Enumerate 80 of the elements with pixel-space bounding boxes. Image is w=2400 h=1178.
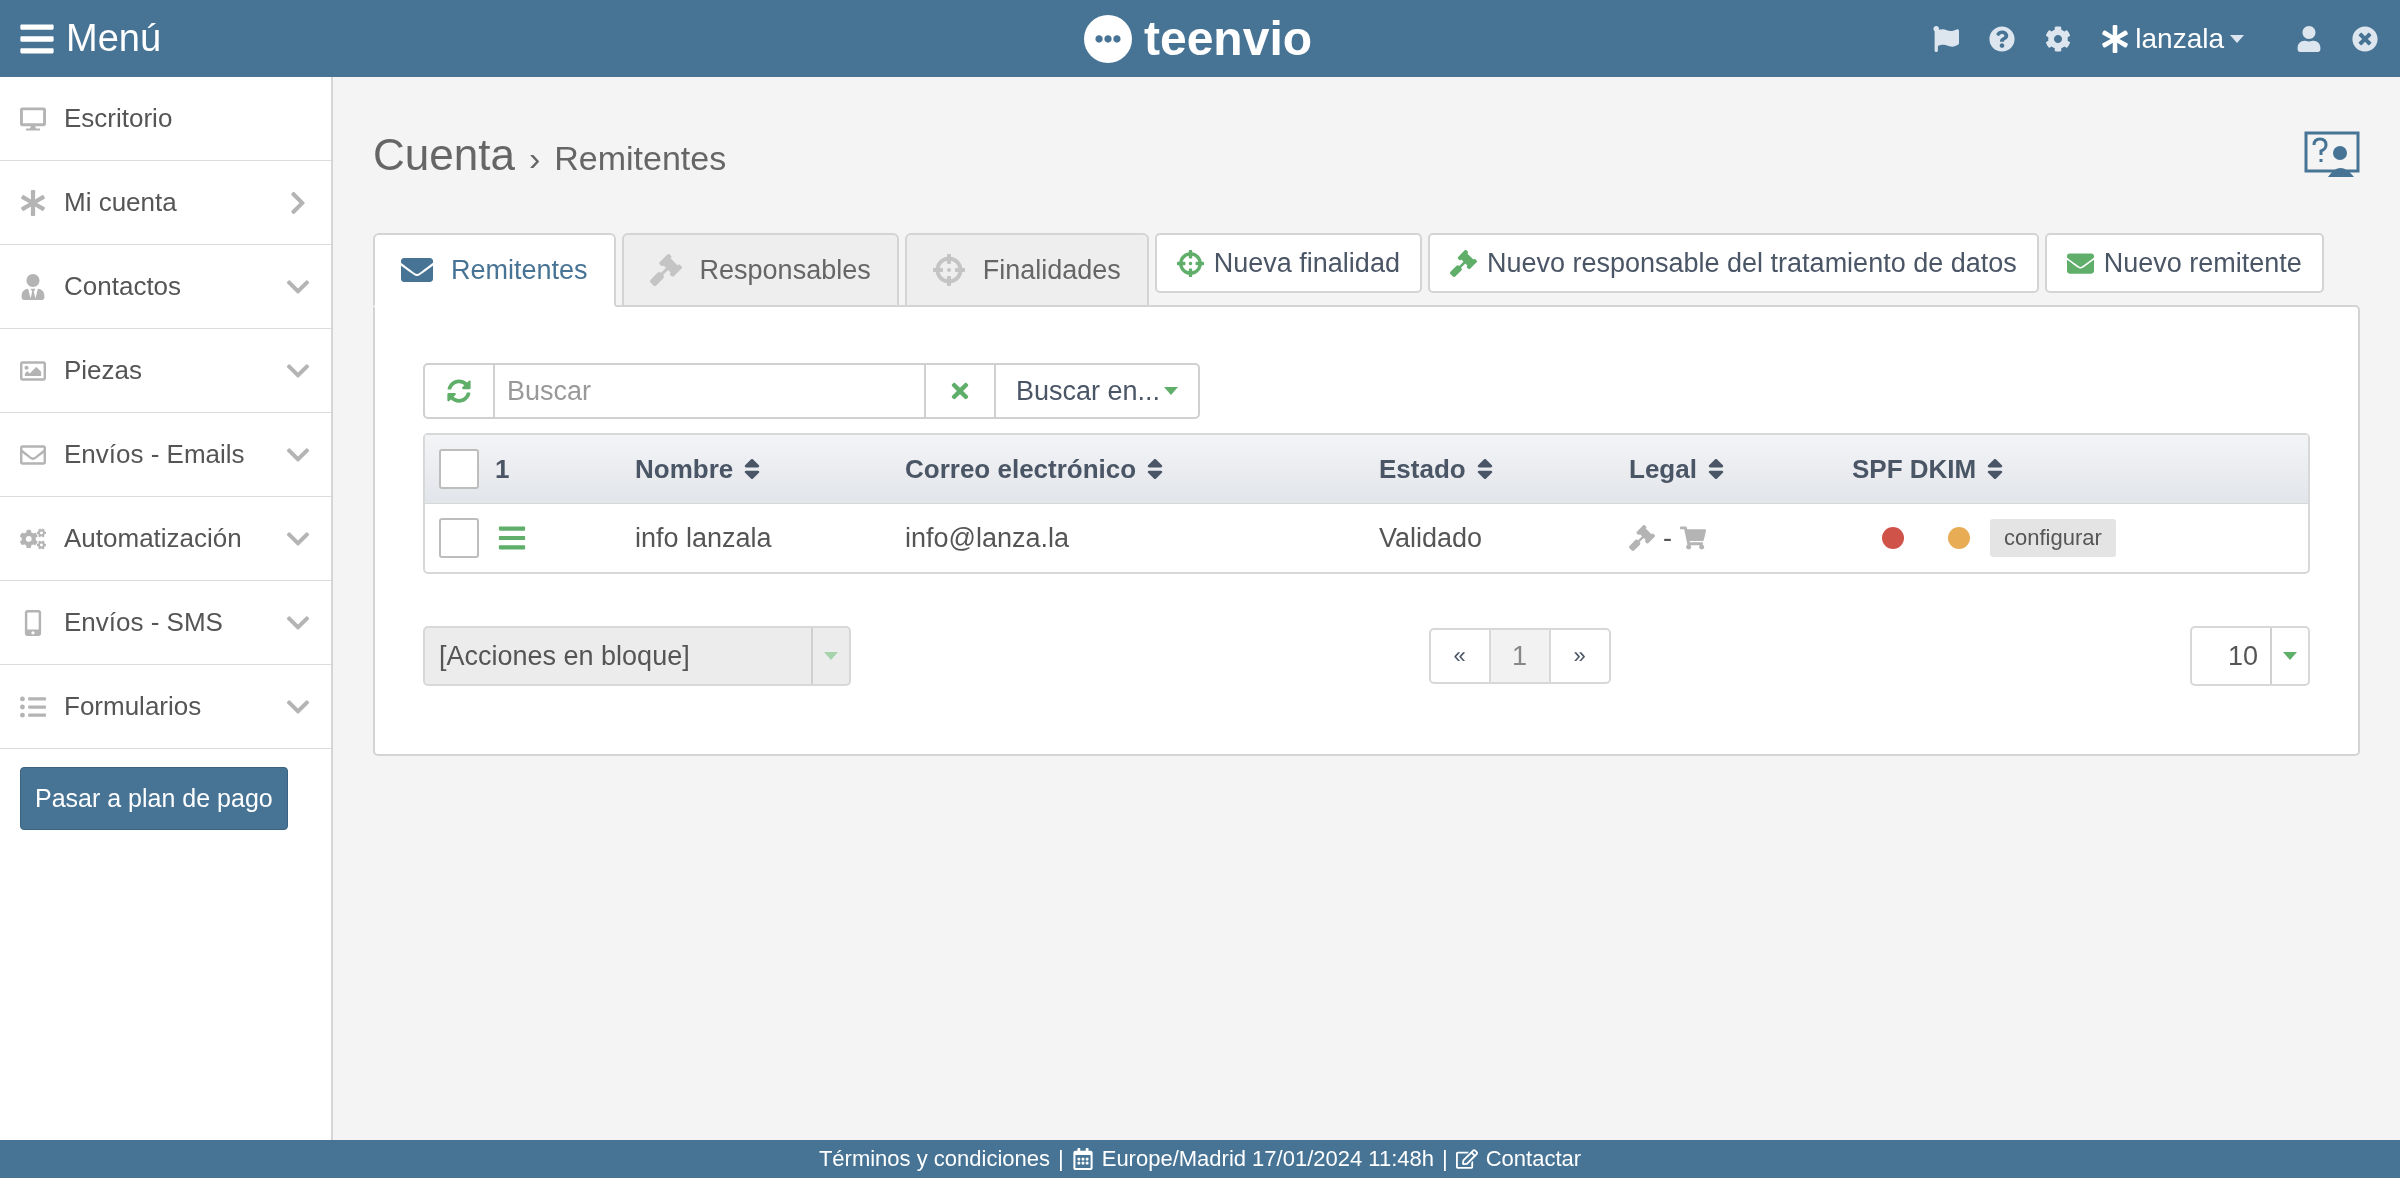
cart-icon	[1680, 525, 1706, 551]
refresh-button[interactable]	[423, 363, 495, 419]
checkbox[interactable]	[439, 518, 479, 558]
asterisk-icon	[20, 189, 46, 216]
monitor-icon	[20, 105, 46, 132]
gavel-icon	[1449, 249, 1477, 277]
previous-page-button[interactable]: «	[1428, 628, 1491, 684]
logo-icon	[1084, 14, 1132, 63]
user-menu[interactable]: lanzala	[2101, 22, 2244, 55]
search-field[interactable]: Buscar	[493, 363, 926, 419]
sidebar-item[interactable]: Mi cuenta	[0, 161, 331, 245]
sidebar-item[interactable]: Envíos - SMS	[0, 581, 331, 665]
sidebar-item[interactable]: Formularios	[0, 665, 331, 749]
gavel-icon	[1629, 525, 1655, 551]
action-button[interactable]: Nuevo responsable del tratamiento de datos	[1427, 233, 2039, 293]
column-header[interactable]: Correo electrónico	[905, 453, 1379, 485]
action-button[interactable]: Nuevo remitente	[2044, 233, 2324, 293]
search-scope-dropdown[interactable]: Buscar en...	[993, 363, 1200, 419]
user-icon[interactable]	[2296, 25, 2322, 52]
sidebar-label: Mi cuenta	[64, 187, 178, 218]
calendar-icon	[1071, 1148, 1094, 1170]
crosshair-icon	[1176, 249, 1204, 277]
sidebar-label: Escritorio	[64, 103, 174, 134]
contact-link[interactable]: Contactar	[1485, 1146, 1582, 1172]
settings-icon[interactable]	[2045, 25, 2072, 52]
configure-button[interactable]: configurar	[1990, 519, 2116, 557]
sidebar-item[interactable]: Contactos	[0, 245, 331, 329]
table-cell-text: Validado	[1379, 522, 1484, 554]
page-title: Cuenta	[373, 130, 515, 180]
tab[interactable]: Responsables	[621, 233, 899, 307]
help-icon[interactable]	[1989, 25, 2016, 52]
close-icon[interactable]	[2352, 25, 2378, 52]
sidebar-item[interactable]: Escritorio	[0, 77, 331, 161]
caret-icon	[824, 652, 838, 660]
next-page-button[interactable]: »	[1548, 628, 1611, 684]
refresh-icon	[447, 379, 471, 403]
page-subtitle: Remitentes	[554, 139, 727, 178]
sidebar-item[interactable]: Envíos - Emails	[0, 413, 331, 497]
sidebar-item[interactable]: Piezas	[0, 329, 331, 413]
sidebar-label: Envíos - Emails	[64, 439, 246, 470]
gavel-icon	[649, 254, 682, 286]
table-cell-text: info lanzala	[635, 522, 773, 554]
sidebar-label: Envíos - SMS	[64, 607, 224, 638]
logo-text: teenvio	[1144, 11, 1313, 66]
sidebar-item[interactable]: Automatización	[0, 497, 331, 581]
separator: |	[1442, 1146, 1448, 1172]
separator: |	[1058, 1146, 1064, 1172]
action-button[interactable]: Nueva finalidad	[1154, 233, 1422, 293]
row-count: 1	[495, 453, 510, 485]
sidebar-label: Contactos	[64, 271, 183, 302]
person-icon	[20, 273, 46, 300]
table-cell-text: info@lanza.la	[905, 522, 1070, 554]
column-header[interactable]: Nombre	[635, 453, 905, 485]
flag-icon[interactable]	[1933, 25, 1960, 52]
caret-icon	[2283, 652, 2297, 660]
list-icon	[20, 693, 46, 720]
legal-separator: -	[1663, 522, 1672, 554]
asterisk-icon	[2101, 24, 2130, 53]
terms-link[interactable]: Términos y condiciones	[818, 1146, 1050, 1172]
bulk-actions-select[interactable]: [Acciones en bloque]	[423, 626, 851, 686]
checkbox[interactable]	[439, 449, 479, 489]
column-header[interactable]: SPF DKIM	[1852, 453, 2308, 485]
breadcrumb-separator: ›	[528, 139, 541, 178]
tab[interactable]: Remitentes	[373, 233, 616, 307]
sidebar-label: Formularios	[64, 691, 203, 722]
upgrade-button[interactable]: Pasar a plan de pago	[20, 767, 288, 830]
column-header[interactable]: Legal	[1629, 453, 1852, 485]
tutorial-icon[interactable]	[2304, 131, 2360, 179]
menu-button[interactable]: Menú	[18, 17, 162, 60]
clear-button[interactable]	[923, 363, 996, 419]
column-header[interactable]: Estado	[1379, 453, 1629, 485]
timezone-datetime: Europe/Madrid 17/01/2024 11:48h	[1101, 1146, 1434, 1172]
tab[interactable]: Finalidades	[904, 233, 1149, 307]
caret-icon	[1164, 387, 1178, 395]
edit-icon	[1455, 1148, 1478, 1170]
sidebar-label: Piezas	[64, 355, 144, 386]
sidebar-label: Automatización	[64, 523, 243, 554]
caret-icon	[2230, 34, 2244, 43]
crosshair-icon	[932, 254, 965, 286]
page-size-select[interactable]: 10	[2190, 626, 2310, 686]
